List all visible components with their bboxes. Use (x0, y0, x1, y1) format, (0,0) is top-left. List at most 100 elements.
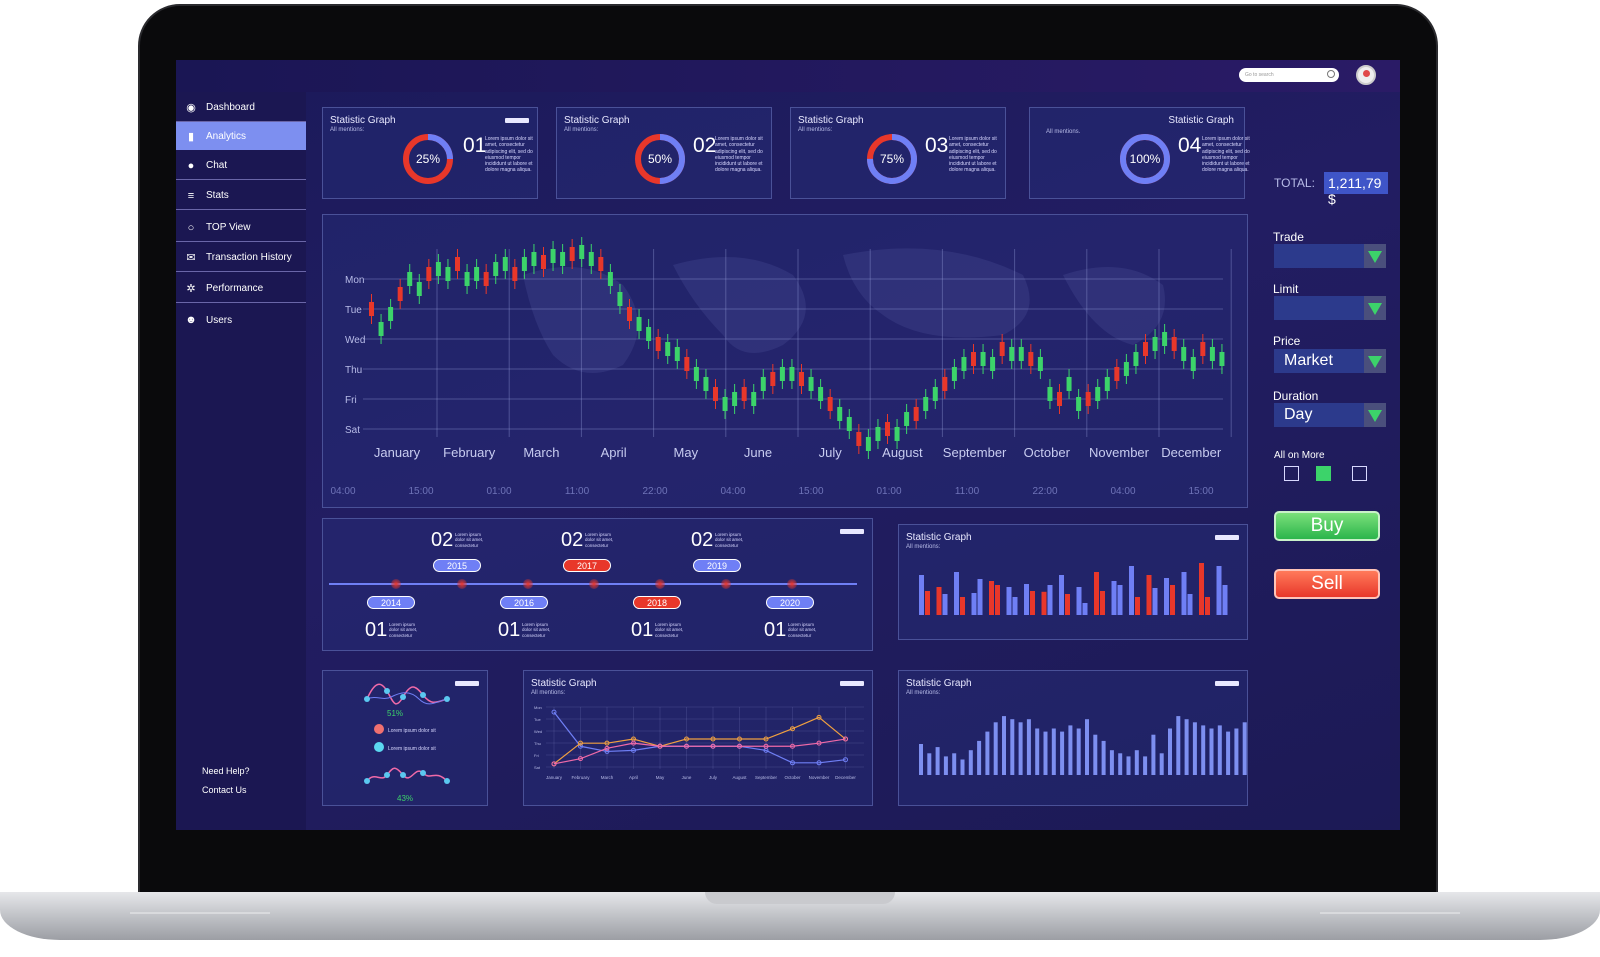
bar-chart-icon: ▮ (187, 130, 195, 143)
stat-card-text: Lorem ipsum dolor sit amet, consectetur … (949, 136, 997, 174)
line-ylabel: Thu (534, 741, 541, 746)
candle-body (455, 257, 460, 271)
sidebar-item-top-view[interactable]: ○ TOP View (176, 214, 306, 242)
search-icon[interactable] (1327, 70, 1335, 78)
sidebar-item-stats[interactable]: ≡ Stats (176, 182, 306, 210)
candle-time: 04:00 (1110, 486, 1135, 497)
trade-select[interactable] (1274, 244, 1386, 268)
line-month: January (546, 775, 563, 780)
option-checkbox-3[interactable] (1352, 466, 1367, 481)
year-pill[interactable]: 2017 (563, 559, 611, 572)
bar (1126, 756, 1131, 775)
candle-body (426, 267, 432, 281)
candle-body (789, 367, 795, 381)
users-icon: ☻ (185, 314, 197, 326)
donut-label: 75% (880, 152, 904, 166)
contact-us-link[interactable]: Contact Us (202, 785, 247, 795)
sidebar-item-dashboard[interactable]: ◉ Dashboard (176, 94, 306, 122)
candle-month: May (674, 445, 699, 460)
bar-b (1187, 594, 1193, 615)
year-pill[interactable]: 2015 (433, 559, 481, 572)
candle-body (837, 407, 843, 421)
candle-body (875, 427, 881, 441)
trade-label: Trade (1273, 230, 1304, 244)
search-placeholder: Go to search (1245, 72, 1274, 78)
chevron-down-icon[interactable] (1364, 244, 1386, 268)
candle-body (1152, 337, 1158, 351)
bar (1068, 725, 1073, 775)
year-pill[interactable]: 2014 (367, 596, 415, 609)
sidebar-item-users[interactable]: ☻ Users (176, 306, 306, 334)
candle-body (636, 317, 642, 331)
bar (1209, 728, 1214, 775)
year-pill[interactable]: 2016 (500, 596, 548, 609)
legend-badge (840, 529, 864, 534)
laptop-frame: Go to search ◉ Dashboard ▮ Analytics ● Chat… (0, 0, 1600, 957)
candle-time: 15:00 (408, 486, 433, 497)
sidebar-item-chat[interactable]: ● Chat (176, 152, 306, 180)
search-input[interactable]: Go to search (1239, 68, 1339, 82)
year-pill[interactable]: 2020 (766, 596, 814, 609)
donut-chart-1: 25% (403, 134, 453, 184)
limit-label: Limit (1273, 282, 1299, 296)
candle-month: October (1024, 445, 1071, 460)
bar (993, 722, 998, 775)
option-checkbox-2[interactable] (1316, 466, 1331, 481)
sidebar-item-label: Stats (206, 190, 229, 201)
chevron-down-icon[interactable] (1364, 403, 1386, 427)
timeline-number: 01 (498, 619, 521, 641)
legend-dot-2 (374, 742, 384, 752)
timeline-dot (655, 579, 665, 589)
candle-body (1085, 392, 1091, 406)
year-pill[interactable]: 2018 (633, 596, 681, 609)
candle-month: April (601, 445, 627, 460)
bar (1143, 756, 1148, 775)
stat-card-title: Statistic Graph (798, 115, 864, 126)
bar-a (1181, 572, 1187, 615)
sell-button[interactable]: Sell (1274, 569, 1380, 599)
candle-month: December (1161, 445, 1222, 460)
candle-time: 11:00 (955, 486, 980, 497)
duration-select[interactable]: Day (1274, 403, 1386, 427)
bar (1035, 728, 1040, 775)
candle-body (751, 392, 757, 406)
need-help-link[interactable]: Need Help? (202, 766, 250, 776)
sidebar-item-transaction-history[interactable]: ✉ Transaction History (176, 244, 306, 272)
candle-month: August (882, 445, 923, 460)
line-ylabel: Wed (534, 729, 542, 734)
timeline-number: 02 (561, 529, 584, 551)
option-checkbox-1[interactable] (1284, 466, 1299, 481)
line-month: November (809, 775, 830, 780)
candle-body (693, 367, 699, 381)
line-month: June (682, 775, 692, 780)
buy-button[interactable]: Buy (1274, 511, 1380, 541)
bar-b (1082, 603, 1088, 615)
candle-body (990, 357, 996, 371)
donut-label: 100% (1130, 152, 1161, 166)
candle-time: 04:00 (720, 486, 745, 497)
bar-b (1012, 597, 1018, 615)
line-series (553, 716, 846, 765)
price-select[interactable]: Market (1274, 349, 1386, 373)
candle-body (550, 249, 556, 263)
duration-value: Day (1284, 406, 1313, 423)
line-month: February (571, 775, 590, 780)
bar (1118, 753, 1123, 775)
wave-dot (420, 692, 426, 698)
sidebar-item-analytics[interactable]: ▮ Analytics (176, 122, 306, 150)
bar (1242, 722, 1247, 775)
bar-b (1100, 591, 1105, 615)
chevron-down-icon[interactable] (1364, 349, 1386, 373)
candle-body (1171, 337, 1177, 351)
bar-chart-panel-2: Statistic Graph All mentions: (898, 670, 1248, 806)
line-month: December (835, 775, 856, 780)
year-pill[interactable]: 2019 (693, 559, 741, 572)
candle-body (1076, 397, 1082, 411)
timeline-number: 01 (365, 619, 388, 641)
candle-time: 01:00 (876, 486, 901, 497)
limit-select[interactable] (1274, 296, 1386, 320)
avatar[interactable] (1356, 65, 1376, 85)
bar-a (1216, 566, 1222, 615)
sidebar-item-performance[interactable]: ✲ Performance (176, 275, 306, 303)
chevron-down-icon[interactable] (1364, 296, 1386, 320)
